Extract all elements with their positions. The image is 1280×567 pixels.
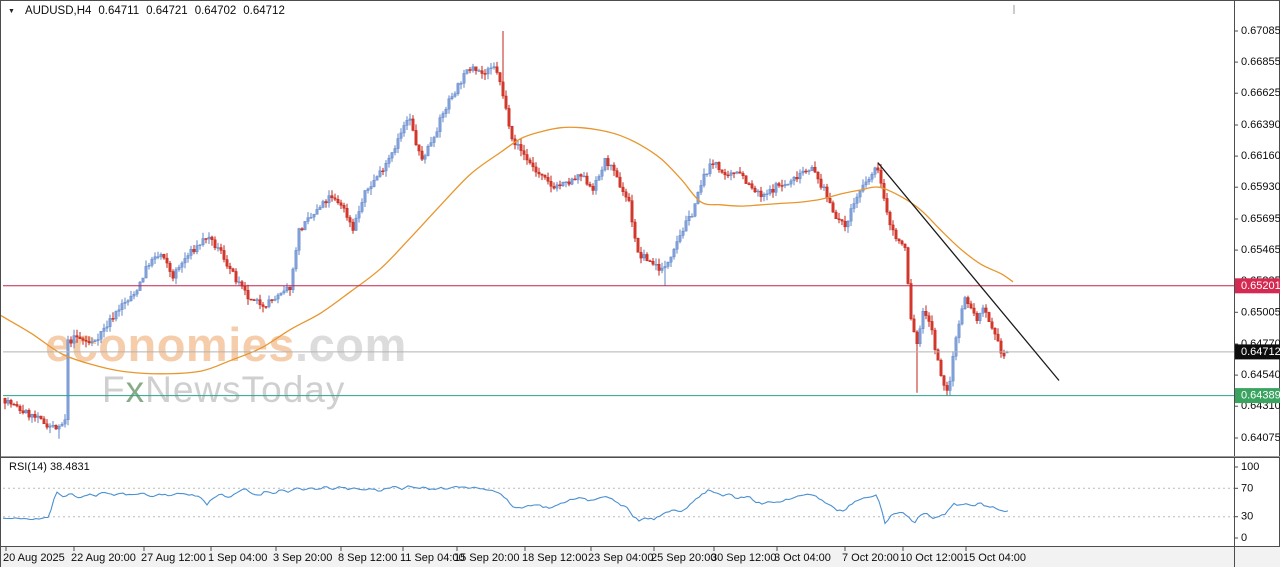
price-tick-label: 0.65005 <box>1241 306 1280 318</box>
time-tick-label: 30 Sep 12:00 <box>711 552 776 564</box>
price-tick-label: 0.66160 <box>1241 150 1280 162</box>
time-tick-label: 10 Oct 12:00 <box>900 552 963 564</box>
price-tick-label: 0.64540 <box>1241 369 1280 381</box>
rsi-line <box>3 486 1008 524</box>
price-tick-label: 0.66390 <box>1241 119 1280 131</box>
time-tick-label: 15 Oct 04:00 <box>963 552 1026 564</box>
time-tick-label: 25 Sep 20:00 <box>651 552 716 564</box>
quote-open: 0.64711 <box>98 5 139 17</box>
price-tick-label: 0.64075 <box>1241 432 1280 444</box>
chevron-down-icon[interactable]: ▼ <box>8 8 15 15</box>
rsi-label: RSI(14) 38.4831 <box>9 461 90 473</box>
price-badge-label: 0.65201 <box>1241 280 1280 292</box>
time-tick-label: 8 Sep 12:00 <box>338 552 397 564</box>
price-tick-label: 0.65465 <box>1241 244 1280 256</box>
time-tick-label: 18 Sep 12:00 <box>522 552 587 564</box>
rsi-tick-label: 30 <box>1241 511 1253 523</box>
time-tick-label: 1 Sep 04:00 <box>208 552 267 564</box>
price-badge-label: 0.64712 <box>1241 346 1280 358</box>
price-tick-label: 0.66855 <box>1241 56 1280 68</box>
time-tick-label: 23 Sep 04:00 <box>588 552 653 564</box>
candle-wicks <box>5 31 1007 439</box>
rsi-tick-label: 0 <box>1241 532 1247 544</box>
chart-canvas[interactable]: 0.67085 0.66855 0.66625 0.66390 0.66160 0.659… <box>1 1 1280 567</box>
price-tick-label: 0.67085 <box>1241 25 1280 37</box>
symbol-header: ▼ AUDUSD,H4 0.64711 0.64721 0.64702 0.64… <box>8 5 285 17</box>
candle-bodies <box>4 67 1008 429</box>
time-tick-label: 3 Sep 20:00 <box>273 552 332 564</box>
price-tick-label: 0.65930 <box>1241 181 1280 193</box>
quote-high: 0.64721 <box>146 5 188 17</box>
symbol-label: AUDUSD,H4 <box>25 5 91 17</box>
price-tick-label: 0.66625 <box>1241 87 1280 99</box>
price-badge-label: 0.64389 <box>1241 390 1280 402</box>
price-tick-label: 0.65695 <box>1241 213 1280 225</box>
time-tick-label: 15 Sep 20:00 <box>454 552 519 564</box>
chart-window: economies.com FxNewsToday 0.670850.66855… <box>0 0 1280 567</box>
quote-close: 0.64712 <box>243 5 285 17</box>
moving-average-line <box>1 127 1013 374</box>
time-tick-label: 20 Aug 2025 <box>3 552 65 564</box>
trendline[interactable] <box>878 163 1059 381</box>
time-tick-label: 27 Aug 12:00 <box>141 552 206 564</box>
time-tick-label: 3 Oct 04:00 <box>774 552 831 564</box>
time-tick-label: 7 Oct 20:00 <box>842 552 899 564</box>
time-tick-label: 22 Aug 20:00 <box>71 552 136 564</box>
rsi-tick-label: 100 <box>1241 461 1259 473</box>
quote-low: 0.64702 <box>195 5 237 17</box>
rsi-tick-label: 70 <box>1241 482 1253 494</box>
